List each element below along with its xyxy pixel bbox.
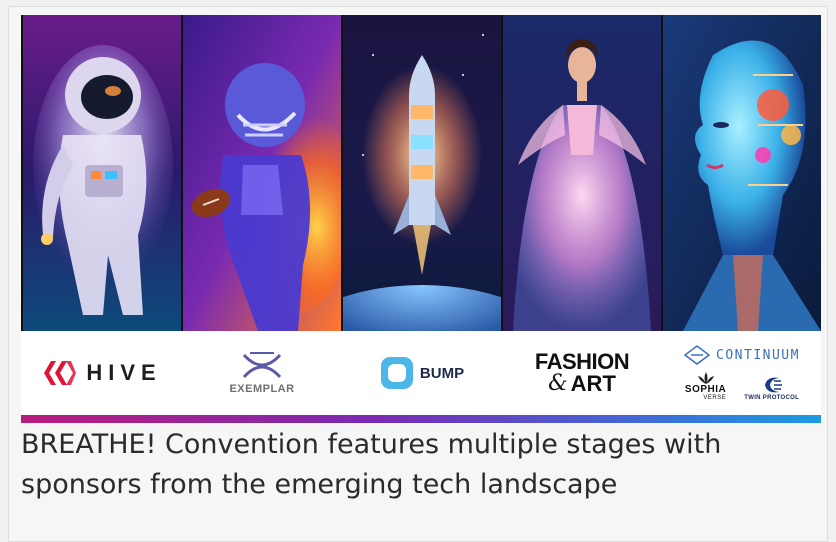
exemplar-sponsor[interactable]: EXEMPLAR (183, 331, 341, 415)
rocket-illustration (343, 15, 501, 331)
fashion-model-panel (503, 15, 661, 331)
football-player-illustration (183, 15, 341, 331)
astronaut-panel (23, 15, 181, 331)
bump-label: BUMP (419, 364, 465, 382)
hive-label: HIVE (86, 360, 162, 385)
continuum-sponsor[interactable]: CONTINUUM (684, 345, 800, 365)
exemplar-label: EXEMPLAR (229, 383, 295, 395)
sophia-label: SOPHIA (684, 384, 727, 395)
bump-sponsor[interactable]: BUMP (343, 331, 501, 415)
fashion-ampersand: & (548, 371, 568, 396)
multi-sponsor-group: CONTINUUM SOPHIA VERSE TWIN PROTOCOL (663, 331, 821, 415)
sponsor-logo-strip: HIVE EXEMPLAR BUMP FASHION & ART CONTINU… (21, 331, 821, 415)
lotus-icon (697, 372, 714, 384)
hive-sponsor[interactable]: HIVE (23, 331, 181, 415)
continuum-logo-icon (684, 345, 711, 365)
exemplar-logo-icon (242, 352, 282, 379)
gradient-accent-bar (21, 415, 821, 423)
football-player-panel (183, 15, 341, 331)
art-label: ART (570, 371, 616, 396)
fashion-model-illustration (503, 15, 661, 331)
fashion-label: FASHION (534, 349, 630, 374)
twin-protocol-logo-icon (764, 377, 782, 393)
hive-logo-icon (44, 361, 77, 385)
sophia-verse-sponsor[interactable]: SOPHIA VERSE (685, 371, 726, 401)
verse-label: VERSE (703, 395, 727, 401)
twin-protocol-sponsor[interactable]: TWIN PROTOCOL (744, 375, 799, 401)
fashion-art-sponsor[interactable]: FASHION & ART (503, 331, 661, 415)
twin-protocol-label: TWIN PROTOCOL (744, 395, 800, 401)
continuum-label: CONTINUUM (716, 347, 800, 363)
bump-logo-icon (380, 357, 413, 389)
rocket-panel (343, 15, 501, 331)
post-card: HIVE EXEMPLAR BUMP FASHION & ART CONTINU… (8, 6, 828, 542)
image-caption: BREATHE! Convention features multiple st… (21, 429, 722, 500)
robot-woman-panel (663, 15, 821, 331)
convention-banner-image[interactable]: HIVE EXEMPLAR BUMP FASHION & ART CONTINU… (21, 15, 821, 423)
robot-woman-illustration (663, 15, 821, 331)
astronaut-illustration (23, 15, 181, 331)
